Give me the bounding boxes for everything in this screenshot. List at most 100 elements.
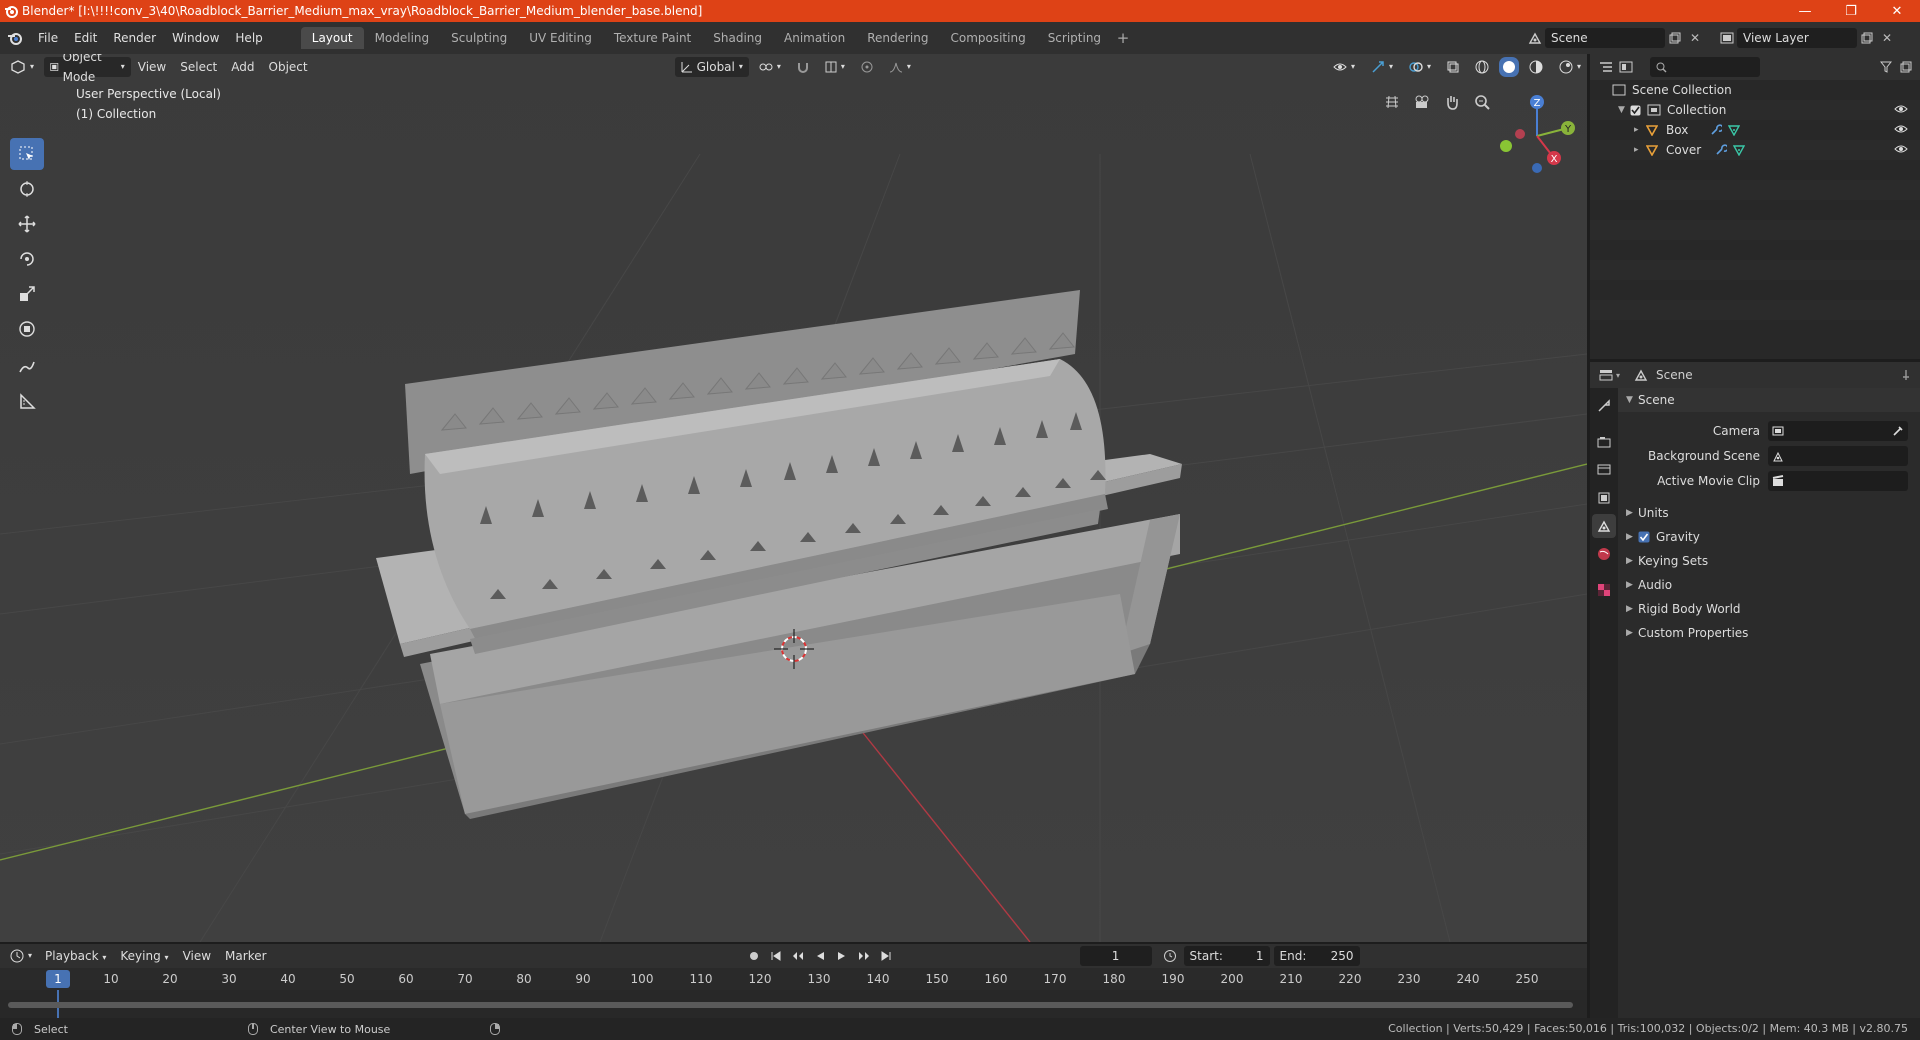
tab-texture-paint[interactable]: Texture Paint: [603, 27, 702, 49]
gravity-panel[interactable]: ▶ Gravity: [1618, 525, 1920, 549]
tab-shading[interactable]: Shading: [702, 27, 773, 49]
play-icon[interactable]: [832, 946, 852, 966]
pivot-point-icon[interactable]: ▾: [753, 57, 787, 77]
outliner-editor-type-icon[interactable]: [1596, 57, 1616, 77]
custom-properties-panel[interactable]: ▶ Custom Properties: [1618, 621, 1920, 645]
start-frame-field[interactable]: Start: 1: [1183, 946, 1270, 966]
next-keyframe-icon[interactable]: [854, 946, 874, 966]
editor-type-icon[interactable]: ▾: [4, 57, 40, 77]
close-button[interactable]: ✕: [1874, 0, 1920, 22]
tab-rendering[interactable]: Rendering: [856, 27, 939, 49]
mesh-data-icon[interactable]: [1733, 144, 1746, 156]
add-workspace-button[interactable]: +: [1112, 27, 1134, 49]
expand-cover-icon[interactable]: ▸: [1634, 145, 1646, 155]
menu-help[interactable]: Help: [227, 27, 270, 49]
outliner-object-cover[interactable]: ▸ Cover: [1590, 140, 1920, 160]
menu-window[interactable]: Window: [164, 27, 227, 49]
transform-orientation-dropdown[interactable]: Global ▾: [674, 57, 749, 77]
record-icon[interactable]: [744, 946, 764, 966]
minimize-button[interactable]: —: [1782, 0, 1828, 22]
maximize-button[interactable]: ❐: [1828, 0, 1874, 22]
timeline-menu-playback[interactable]: Playback ▾: [38, 946, 113, 966]
gizmo-neg-z[interactable]: [1532, 163, 1542, 173]
gizmo-neg-y[interactable]: [1500, 140, 1512, 152]
prev-keyframe-icon[interactable]: [788, 946, 808, 966]
keying-sets-panel[interactable]: ▶ Keying Sets: [1618, 549, 1920, 573]
viewport-menu-object[interactable]: Object: [262, 57, 315, 77]
active-movie-clip-field[interactable]: [1768, 470, 1908, 491]
proportional-edit-icon[interactable]: [855, 57, 879, 77]
tab-sculpting[interactable]: Sculpting: [440, 27, 518, 49]
cursor-tool[interactable]: [10, 173, 44, 205]
texture-tab-icon[interactable]: [1592, 578, 1616, 602]
end-frame-field[interactable]: End: 250: [1273, 946, 1360, 966]
navigation-gizmo[interactable]: Z Y X: [1492, 88, 1582, 178]
scene-collection-row[interactable]: Scene Collection: [1590, 80, 1920, 100]
tab-uv-editing[interactable]: UV Editing: [518, 27, 603, 49]
background-scene-field[interactable]: [1768, 445, 1908, 466]
current-frame-field[interactable]: 1: [1079, 946, 1152, 966]
new-collection-icon[interactable]: [1896, 57, 1916, 77]
expand-collection-icon[interactable]: ▼: [1618, 105, 1630, 115]
properties-editor-type-icon[interactable]: [1596, 365, 1616, 385]
shading-wireframe-icon[interactable]: [1469, 57, 1495, 77]
box-visibility-icon[interactable]: [1894, 124, 1908, 137]
delete-scene-icon[interactable]: ✕: [1685, 28, 1705, 48]
outliner-search-input[interactable]: [1650, 57, 1760, 77]
visibility-icon[interactable]: ▾: [1327, 57, 1361, 77]
transform-tool[interactable]: [10, 313, 44, 345]
select-box-tool[interactable]: [10, 138, 44, 170]
expand-box-icon[interactable]: ▸: [1634, 125, 1646, 135]
camera-field[interactable]: [1768, 420, 1908, 441]
timeline-scrollbar[interactable]: [8, 1002, 1573, 1008]
new-view-layer-icon[interactable]: [1857, 28, 1877, 48]
snap-target-icon[interactable]: ▾: [819, 57, 851, 77]
units-panel[interactable]: ▶ Units: [1618, 501, 1920, 525]
render-tab-icon[interactable]: [1592, 430, 1616, 454]
viewport-menu-add[interactable]: Add: [224, 57, 261, 77]
filter-icon[interactable]: [1876, 57, 1896, 77]
audio-panel[interactable]: ▶ Audio: [1618, 573, 1920, 597]
eyedropper-icon[interactable]: [1892, 425, 1904, 437]
timeline-menu-view[interactable]: View: [176, 946, 218, 966]
timeline-menu-keying[interactable]: Keying ▾: [113, 946, 175, 966]
tab-modeling[interactable]: Modeling: [364, 27, 441, 49]
scene-icon[interactable]: [1525, 28, 1545, 48]
tool-settings-tab-icon[interactable]: [1592, 394, 1616, 418]
pin-icon[interactable]: [1896, 365, 1916, 385]
object-mode-dropdown[interactable]: Object Mode ▾: [44, 54, 131, 84]
display-mode-icon[interactable]: [1616, 57, 1636, 77]
scene-name-field[interactable]: Scene: [1545, 28, 1665, 48]
cover-visibility-icon[interactable]: [1894, 144, 1908, 157]
timeline-track[interactable]: [0, 990, 1587, 1018]
view-layer-icon[interactable]: [1717, 28, 1737, 48]
shading-rendered-icon[interactable]: ▾: [1553, 57, 1587, 77]
tab-compositing[interactable]: Compositing: [939, 27, 1036, 49]
viewport-menu-view[interactable]: View: [131, 57, 173, 77]
timeline-editor-type-icon[interactable]: ▾: [4, 946, 38, 966]
rigid-body-world-panel[interactable]: ▶ Rigid Body World: [1618, 597, 1920, 621]
move-tool[interactable]: [10, 208, 44, 240]
view-layer-field[interactable]: View Layer: [1737, 28, 1857, 48]
menu-file[interactable]: File: [30, 27, 66, 49]
collection-checkbox-icon[interactable]: [1630, 105, 1641, 116]
3d-viewport[interactable]: ▾ Object Mode ▾ View Select Add Object G…: [0, 54, 1587, 942]
preview-range-clock-icon[interactable]: [1160, 946, 1180, 966]
tab-animation[interactable]: Animation: [773, 27, 856, 49]
pan-hand-icon[interactable]: [1438, 88, 1466, 116]
outliner-object-box[interactable]: ▸ Box: [1590, 120, 1920, 140]
gravity-checkbox-icon[interactable]: [1638, 531, 1650, 543]
scene-tab-icon[interactable]: [1592, 514, 1616, 538]
menu-edit[interactable]: Edit: [66, 27, 105, 49]
new-scene-icon[interactable]: [1665, 28, 1685, 48]
jump-start-icon[interactable]: [766, 946, 786, 966]
overlays-icon[interactable]: ▾: [1403, 57, 1437, 77]
collection-visibility-icon[interactable]: [1894, 104, 1908, 117]
mesh-data-icon[interactable]: [1728, 124, 1741, 136]
gizmo-toggle-icon[interactable]: ▾: [1365, 57, 1399, 77]
annotate-tool[interactable]: [10, 351, 44, 383]
camera-view-icon[interactable]: [1408, 88, 1436, 116]
viewport-menu-select[interactable]: Select: [173, 57, 224, 77]
tab-scripting[interactable]: Scripting: [1037, 27, 1112, 49]
toggle-camera-view-grid-icon[interactable]: [1378, 88, 1406, 116]
